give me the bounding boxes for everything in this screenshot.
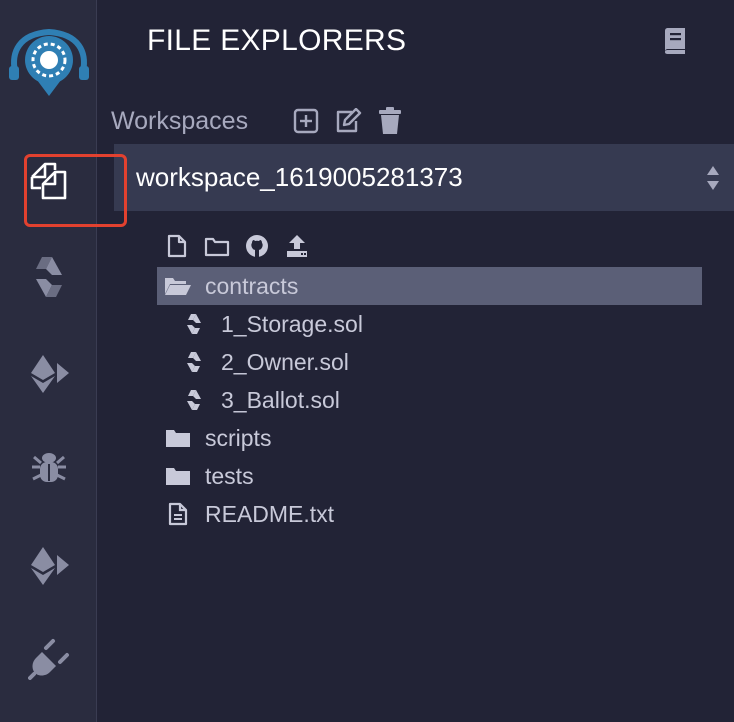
file-explorer-panel: FILE EXPLORERS Workspaces workspace_1619… [97,0,734,722]
solidity-file-icon [179,347,209,377]
file-text-icon [163,499,193,529]
upload-file-button[interactable] [283,232,311,260]
workspaces-label: Workspaces [111,107,249,135]
tree-item-label: 3_Ballot.sol [221,386,340,413]
debugger-button[interactable] [0,432,97,502]
solidity-compiler-button[interactable] [0,242,97,312]
icon-rail [0,0,97,722]
folder-tests[interactable]: tests [157,457,702,495]
plus-square-icon [293,108,319,134]
tree-item-label: 2_Owner.sol [221,348,349,375]
folder-icon [163,423,193,453]
plug-icon [27,639,69,680]
remix-logo[interactable] [0,20,97,100]
new-file-button[interactable] [163,232,191,260]
ethereum-deploy-icon [30,355,69,393]
new-file-icon [167,234,187,258]
panel-title: FILE EXPLORERS [147,24,407,57]
new-folder-icon [204,237,230,257]
deploy-run-button[interactable] [0,338,97,408]
solidity-file-icon [179,309,209,339]
folder-scripts[interactable]: scripts [157,419,702,457]
workspace-select[interactable]: workspace_1619005281373 [114,144,734,211]
publish-gist-button[interactable] [243,232,271,260]
documentation-icon[interactable] [661,26,689,56]
rename-workspace-button[interactable] [333,106,363,136]
file-explorer-toolbar [163,232,311,260]
ethereum-plugin-button[interactable] [0,530,97,600]
new-folder-button[interactable] [203,232,231,260]
file-1-storage-sol[interactable]: 1_Storage.sol [157,305,702,343]
edit-icon [336,108,362,133]
solidity-file-icon [179,385,209,415]
create-workspace-button[interactable] [291,106,321,136]
folder-open-icon [163,271,193,301]
sort-icon [707,166,719,190]
tree-item-label: 1_Storage.sol [221,310,363,337]
tree-item-label: scripts [205,424,272,451]
delete-workspace-button[interactable] [375,106,405,136]
trash-icon [379,107,401,134]
tree-item-label: contracts [205,272,299,299]
workspace-toolbar [291,106,405,136]
file-explorer-button[interactable] [0,145,97,215]
solidity-icon [35,257,62,297]
remix-logo-icon [8,28,89,96]
tree-item-label: README.txt [205,500,335,527]
copy-files-icon [30,162,66,200]
file-readme-txt[interactable]: README.txt [157,495,702,533]
github-icon [246,235,268,257]
plugin-manager-button[interactable] [0,624,97,694]
workspace-select-value: workspace_1619005281373 [136,162,463,192]
file-2-owner-sol[interactable]: 2_Owner.sol [157,343,702,381]
file-tree: contracts 1_Storage.sol 2_Owner.sol 3_Ba… [157,267,702,533]
folder-contracts[interactable]: contracts [157,267,702,305]
upload-icon [287,235,307,257]
tree-item-label: tests [205,462,254,489]
bug-icon [31,453,66,482]
folder-icon [163,461,193,491]
file-3-ballot-sol[interactable]: 3_Ballot.sol [157,381,702,419]
ethereum-plugin-icon [30,547,69,585]
